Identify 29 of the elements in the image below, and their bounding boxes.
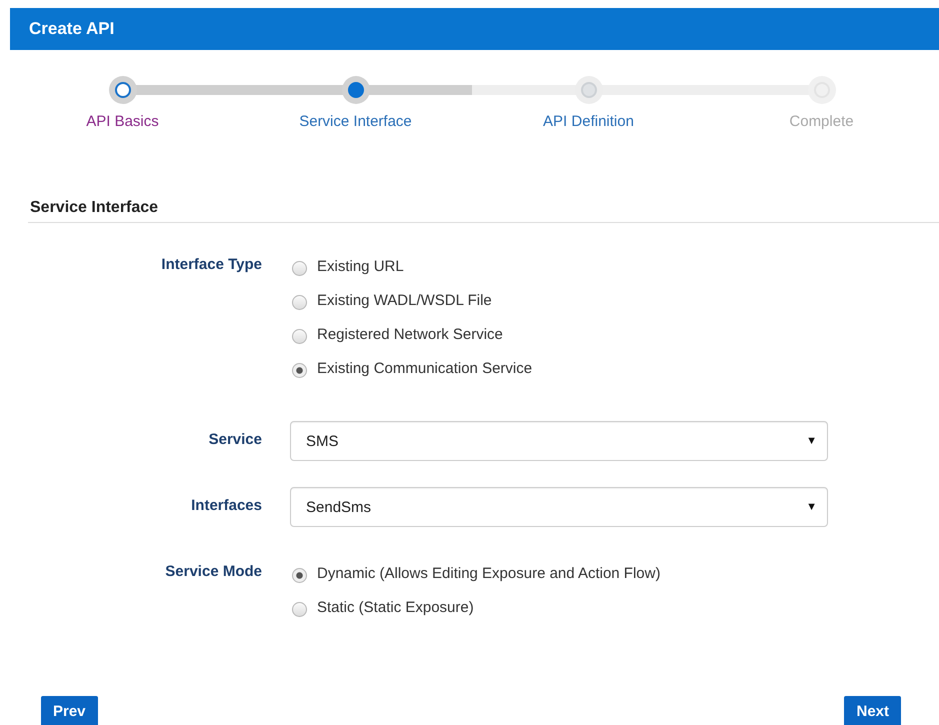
- option-label: Registered Network Service: [317, 326, 503, 342]
- caret-icon: ▼: [806, 501, 817, 513]
- option-label: Existing WADL/WSDL File: [317, 292, 492, 308]
- field-label: Interfaces: [191, 496, 262, 516]
- step-label[interactable]: API Definition: [543, 113, 634, 130]
- field-label: Service Mode: [165, 562, 262, 582]
- dropdown-value: SMS: [306, 432, 339, 450]
- field-label: Service: [208, 430, 262, 450]
- prev-button[interactable]: Prev: [41, 696, 98, 725]
- option-label: Static (Static Exposure): [317, 598, 474, 616]
- radio-button[interactable]: [292, 363, 307, 378]
- dropdown-field[interactable]: SendSms ▼: [290, 487, 828, 527]
- option-label: Dynamic (Allows Editing Exposure and Action Flow): [317, 564, 660, 582]
- radio-button[interactable]: [292, 602, 307, 617]
- option-label: Existing Communication Service: [317, 360, 532, 376]
- radio-button[interactable]: [292, 568, 307, 583]
- dropdown-value: SendSms: [306, 498, 372, 516]
- page-title: Create API: [29, 19, 114, 39]
- section-title: Service Interface: [30, 199, 158, 216]
- dropdown-field[interactable]: SMS ▼: [290, 421, 828, 461]
- caret-icon: ▼: [806, 435, 817, 447]
- radio-button[interactable]: [292, 261, 307, 276]
- field-label: Interface Type: [161, 255, 262, 275]
- radio-button[interactable]: [292, 295, 307, 310]
- option-label: Existing URL: [317, 258, 404, 274]
- step-label[interactable]: Service Interface: [299, 113, 412, 130]
- radio-button[interactable]: [292, 329, 307, 344]
- step-label[interactable]: API Basics: [86, 113, 159, 130]
- next-button[interactable]: Next: [844, 696, 901, 725]
